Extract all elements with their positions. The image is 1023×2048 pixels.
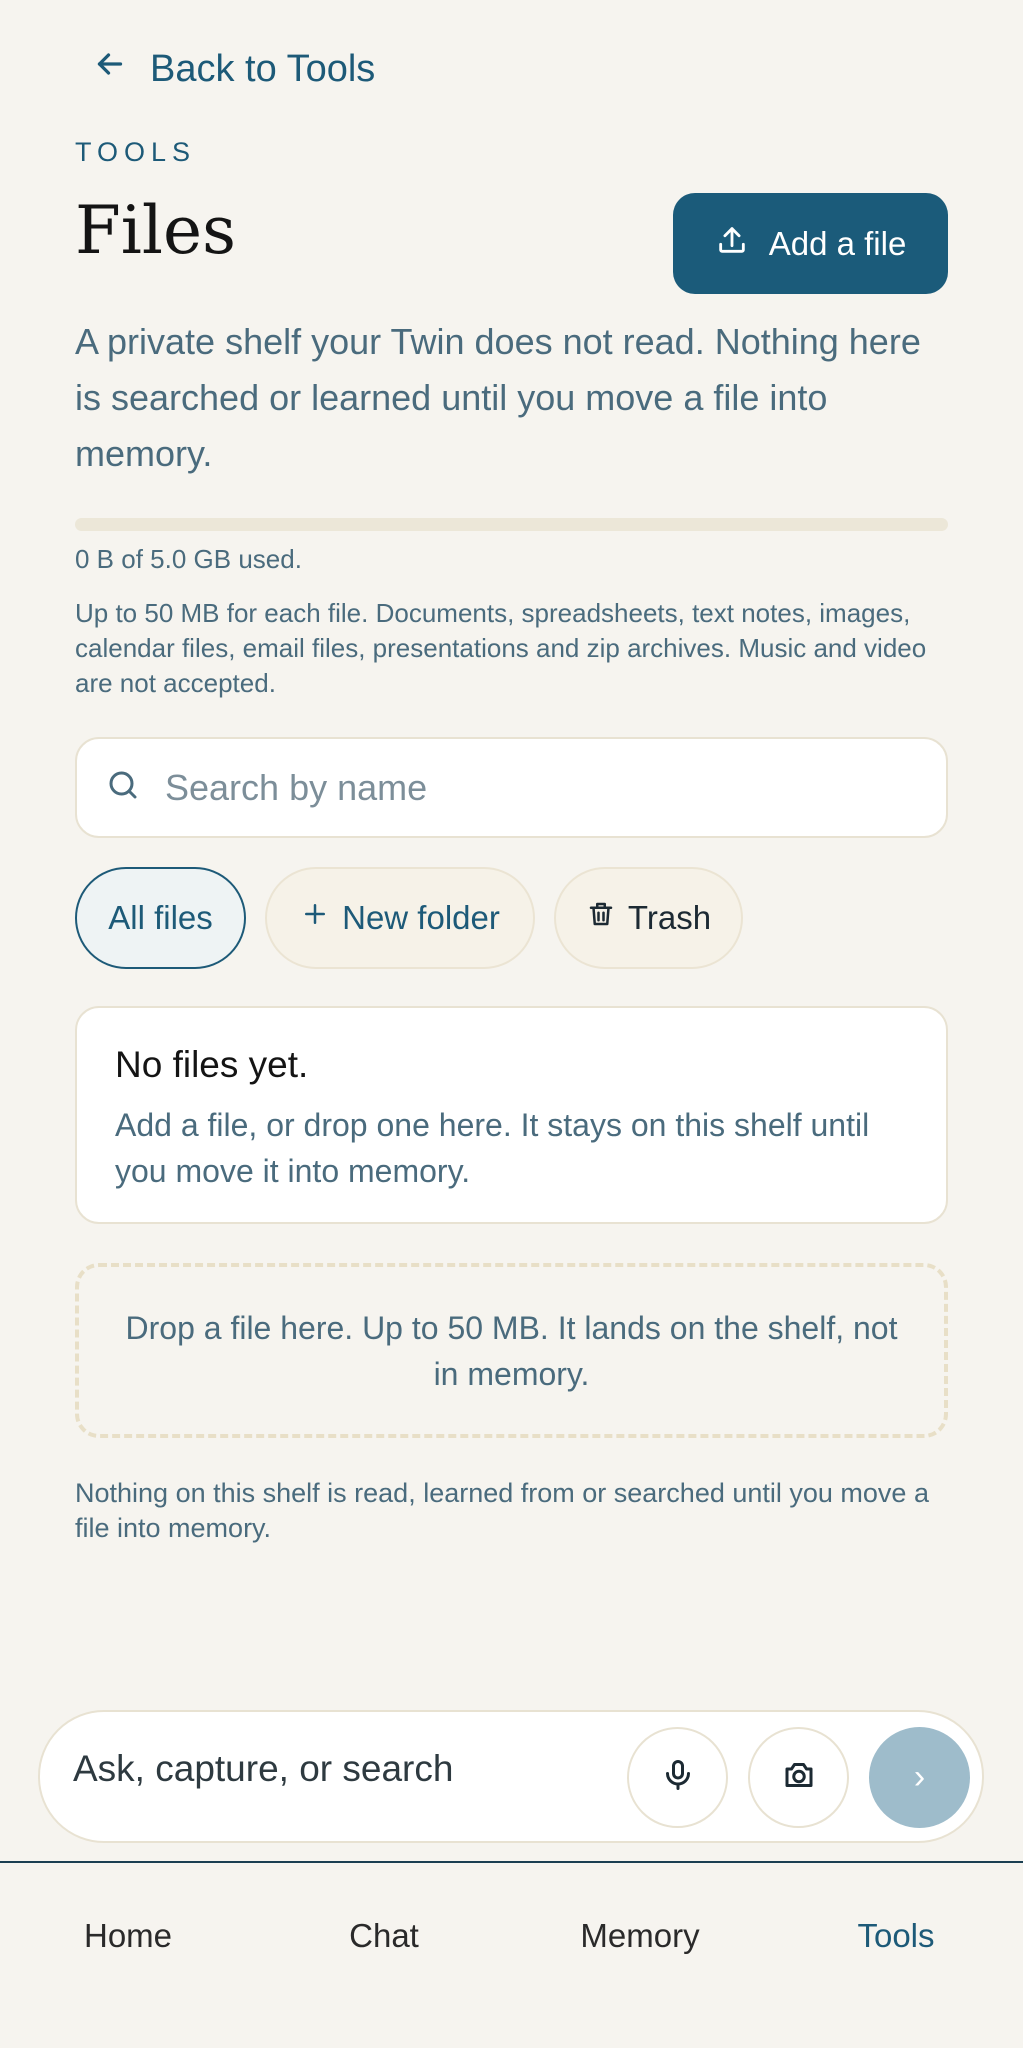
dropzone-text: Drop a file here. Up to 50 MB. It lands … <box>125 1309 898 1392</box>
filter-all-files[interactable]: All files <box>75 867 246 969</box>
page-title: Files <box>75 192 236 269</box>
empty-state-card: No files yet. Add a file, or drop one he… <box>75 1006 948 1224</box>
composer-input[interactable] <box>73 1748 613 1790</box>
footer-note: Nothing on this shelf is read, learned f… <box>75 1478 929 1543</box>
microphone-button[interactable] <box>627 1727 728 1828</box>
tab-tools[interactable]: Tools <box>768 1917 1023 1955</box>
storage-usage-bar <box>75 518 948 531</box>
section-eyebrow: TOOLS <box>75 137 197 167</box>
camera-icon <box>781 1757 817 1798</box>
tab-chat[interactable]: Chat <box>256 1917 512 1955</box>
new-folder-button[interactable]: New folder <box>265 867 535 969</box>
empty-state-body: Add a file, or drop one here. It stays o… <box>115 1107 870 1189</box>
trash-button[interactable]: Trash <box>554 867 743 969</box>
send-button[interactable]: › <box>869 1727 970 1828</box>
upload-icon <box>715 223 749 265</box>
tab-memory[interactable]: Memory <box>512 1917 768 1955</box>
empty-state-title: No files yet. <box>115 1044 309 1085</box>
arrow-left-icon <box>92 46 128 92</box>
search-icon <box>105 767 141 808</box>
composer-bar: › <box>38 1710 984 1843</box>
plus-icon <box>300 899 330 937</box>
add-file-label: Add a file <box>768 224 907 262</box>
camera-button[interactable] <box>748 1727 849 1828</box>
search-box <box>75 737 948 838</box>
back-link-label: Back to Tools <box>150 47 376 90</box>
microphone-icon <box>660 1757 696 1798</box>
file-dropzone[interactable]: Drop a file here. Up to 50 MB. It lands … <box>75 1263 948 1438</box>
bottom-tab-bar: Home Chat Memory Tools <box>0 1861 1023 2048</box>
back-to-tools-link[interactable]: Back to Tools <box>92 46 375 92</box>
trash-icon <box>586 899 616 937</box>
files-page: Back to Tools TOOLS Files Add a file A p… <box>0 0 1023 2048</box>
intro-text: A private shelf your Twin does not read.… <box>75 321 921 474</box>
chevron-right-icon: › <box>913 1758 926 1796</box>
tab-home[interactable]: Home <box>0 1917 256 1955</box>
add-file-button[interactable]: Add a file <box>673 193 948 294</box>
trash-label: Trash <box>627 899 712 936</box>
search-input[interactable] <box>165 766 885 809</box>
new-folder-label: New folder <box>342 899 500 936</box>
file-limits-text: Up to 50 MB for each file. Documents, sp… <box>75 598 927 698</box>
filter-all-files-label: All files <box>108 899 213 936</box>
storage-usage-text: 0 B of 5.0 GB used. <box>75 544 302 574</box>
